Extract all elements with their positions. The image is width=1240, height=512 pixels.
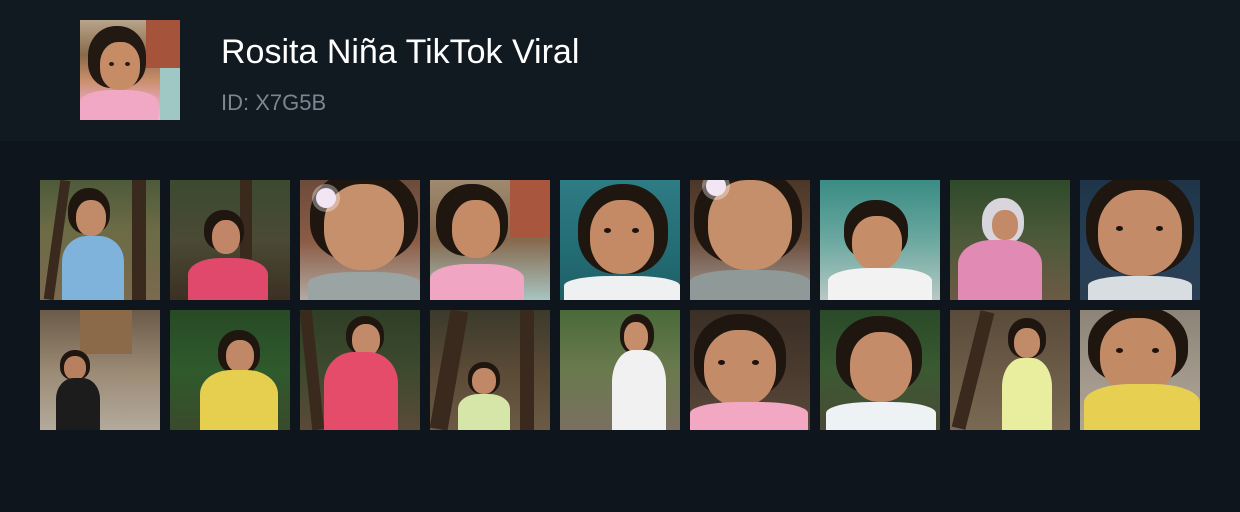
thumbnail-clothing: [458, 394, 510, 430]
avatar[interactable]: [80, 20, 180, 120]
thumbnail-face: [452, 200, 500, 258]
thumbnail-18[interactable]: [1080, 310, 1200, 430]
thumbnail-clothing: [612, 350, 666, 430]
header: Rosita Niña TikTok Viral ID: X7G5B: [0, 0, 1240, 141]
thumbnail-14[interactable]: [560, 310, 680, 430]
thumbnail-1[interactable]: [40, 180, 160, 300]
thumbnail-17[interactable]: [950, 310, 1070, 430]
avatar-eye: [109, 62, 114, 66]
thumbnail-clothing: [690, 270, 810, 300]
thumbnail-detail: [510, 180, 550, 238]
thumbnail-detail: [520, 310, 534, 430]
thumbnail-12[interactable]: [300, 310, 420, 430]
thumbnail-face: [226, 340, 254, 372]
avatar-shirt: [80, 90, 158, 120]
thumbnail-9[interactable]: [1080, 180, 1200, 300]
thumbnail-grid: [40, 180, 1200, 430]
thumbnail-detail: [132, 180, 146, 300]
thumbnail-11[interactable]: [170, 310, 290, 430]
thumbnail-face: [850, 332, 912, 402]
thumbnail-13[interactable]: [430, 310, 550, 430]
thumbnail-clothing: [56, 378, 100, 430]
thumbnail-eye: [632, 228, 639, 233]
id-label: ID: X7G5B: [221, 90, 327, 115]
thumbnail-clothing: [62, 236, 124, 300]
thumbnail-face: [64, 356, 86, 380]
thumbnail-3[interactable]: [300, 180, 420, 300]
thumbnail-clothing: [826, 402, 936, 430]
thumbnail-clothing: [958, 240, 1042, 300]
thumbnail-clothing: [828, 268, 932, 300]
thumbnail-face: [852, 216, 902, 270]
thumbnail-eye: [1152, 348, 1159, 353]
thumbnail-eye: [1156, 226, 1163, 231]
thumbnail-face: [1100, 318, 1176, 394]
thumbnail-face: [1014, 328, 1040, 358]
thumbnail-face: [992, 210, 1018, 240]
avatar-face: [100, 42, 140, 90]
thumbnail-face: [704, 330, 776, 406]
thumbnail-eye: [1116, 348, 1123, 353]
avatar-background: [160, 68, 180, 120]
thumbnail-8[interactable]: [950, 180, 1070, 300]
thumbnail-clothing: [430, 264, 524, 300]
thumbnail-4[interactable]: [430, 180, 550, 300]
thumbnail-5[interactable]: [560, 180, 680, 300]
thumbnail-eye: [718, 360, 725, 365]
thumbnail-clothing: [564, 276, 680, 300]
thumbnail-2[interactable]: [170, 180, 290, 300]
page-title: Rosita Niña TikTok Viral: [221, 33, 580, 71]
thumbnail-16[interactable]: [820, 310, 940, 430]
thumbnail-clothing: [188, 258, 268, 300]
thumbnail-face: [624, 322, 648, 352]
thumbnail-clothing: [690, 402, 808, 430]
avatar-background: [146, 20, 180, 68]
thumbnail-eye: [752, 360, 759, 365]
thumbnail-face: [472, 368, 496, 394]
thumbnail-6[interactable]: [690, 180, 810, 300]
thumbnail-detail: [80, 310, 132, 354]
thumbnail-clothing: [308, 272, 420, 300]
thumbnail-clothing: [324, 352, 398, 430]
thumbnail-15[interactable]: [690, 310, 810, 430]
thumbnail-face: [212, 220, 240, 254]
thumbnail-7[interactable]: [820, 180, 940, 300]
thumbnail-eye: [604, 228, 611, 233]
thumbnail-face: [1098, 190, 1182, 276]
thumbnail-clothing: [1088, 276, 1192, 300]
thumbnail-clothing: [1084, 384, 1200, 430]
avatar-eye: [125, 62, 130, 66]
thumbnail-clothing: [200, 370, 278, 430]
thumbnail-clothing: [1002, 358, 1052, 430]
thumbnail-face: [324, 184, 404, 270]
flower-icon: [316, 188, 336, 208]
thumbnail-face: [76, 200, 106, 236]
thumbnail-face: [590, 200, 654, 274]
thumbnail-10[interactable]: [40, 310, 160, 430]
thumbnail-eye: [1116, 226, 1123, 231]
